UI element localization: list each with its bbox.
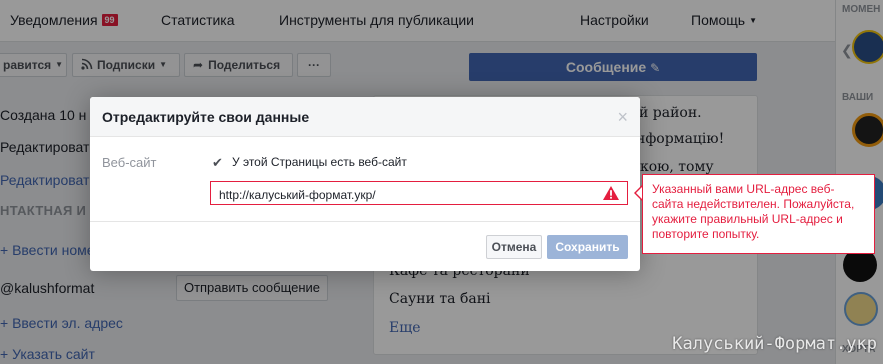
- watermark: Калуський-Формат.укр: [672, 334, 877, 354]
- close-icon[interactable]: ×: [617, 107, 628, 128]
- has-website-checkbox-label: У этой Страницы есть веб-сайт: [232, 155, 407, 169]
- website-label: Веб-сайт: [102, 155, 157, 170]
- edit-details-dialog: Отредактируйте свои данные × Веб-сайт ✔ У…: [90, 97, 640, 271]
- checkmark-icon[interactable]: ✔: [212, 155, 226, 170]
- error-tooltip: Указанный вами URL-адрес веб-сайта недей…: [642, 174, 875, 254]
- dialog-header: Отредактируйте свои данные ×: [90, 97, 640, 137]
- dialog-title: Отредактируйте свои данные: [102, 109, 310, 125]
- cancel-button[interactable]: Отмена: [486, 235, 542, 259]
- has-website-checkbox[interactable]: ✔ У этой Страницы есть веб-сайт: [212, 155, 407, 170]
- dialog-footer: Отмена Сохранить: [90, 221, 640, 271]
- website-url-input[interactable]: [210, 181, 628, 205]
- warning-icon: [603, 186, 619, 200]
- save-button[interactable]: Сохранить: [547, 235, 628, 259]
